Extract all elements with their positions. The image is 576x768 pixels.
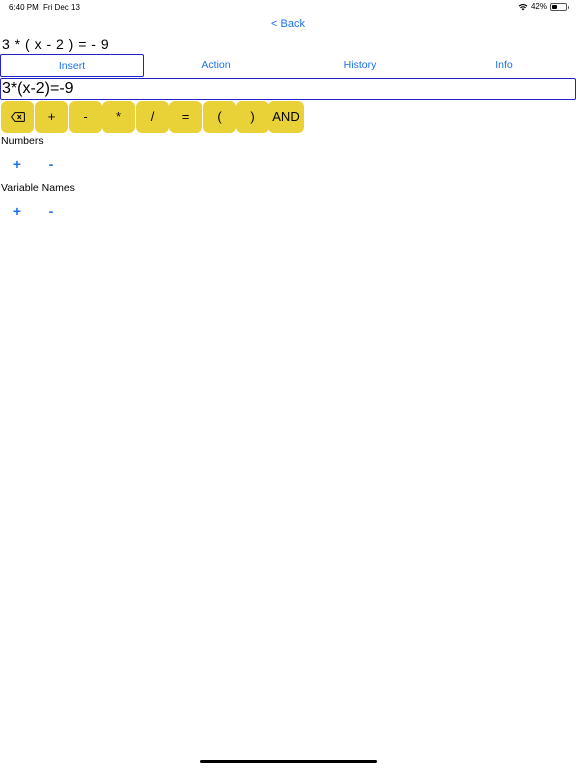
minus-key[interactable]: - (69, 101, 102, 133)
plus-key[interactable]: + (35, 101, 68, 133)
variables-remove-button[interactable]: - (41, 203, 61, 219)
and-key[interactable]: AND (268, 101, 304, 133)
expression-input[interactable] (0, 78, 576, 100)
back-button[interactable]: < Back (0, 18, 576, 30)
battery-icon (550, 2, 569, 11)
close-paren-key[interactable]: ) (236, 101, 269, 133)
status-indicators: 42% (518, 2, 569, 11)
tab-history[interactable]: History (288, 54, 432, 77)
divide-key[interactable]: / (136, 101, 169, 133)
equals-key[interactable]: = (169, 101, 202, 133)
status-bar: 6:40 PM Fri Dec 13 42% (0, 0, 576, 14)
backspace-icon (10, 109, 25, 124)
open-paren-key[interactable]: ( (203, 101, 236, 133)
tab-info[interactable]: Info (432, 54, 576, 77)
wifi-icon (518, 3, 528, 11)
expression-display: 3 * ( x - 2 ) = - 9 (2, 36, 110, 52)
numbers-remove-button[interactable]: - (41, 156, 61, 172)
battery-percent: 42% (530, 2, 547, 11)
home-indicator[interactable] (200, 760, 377, 763)
variable-names-label: Variable Names (1, 182, 75, 194)
variables-add-button[interactable]: + (7, 203, 27, 219)
status-date: Fri Dec 13 (43, 3, 80, 12)
numbers-label: Numbers (1, 135, 44, 147)
numbers-add-button[interactable]: + (7, 156, 27, 172)
multiply-key[interactable]: * (102, 101, 135, 133)
tab-insert[interactable]: Insert (0, 54, 144, 77)
tab-action[interactable]: Action (144, 54, 288, 77)
battery-fill (552, 4, 558, 9)
backspace-key[interactable] (1, 101, 34, 133)
status-time: 6:40 PM (9, 3, 39, 12)
tab-bar: Insert Action History Info (0, 54, 576, 78)
